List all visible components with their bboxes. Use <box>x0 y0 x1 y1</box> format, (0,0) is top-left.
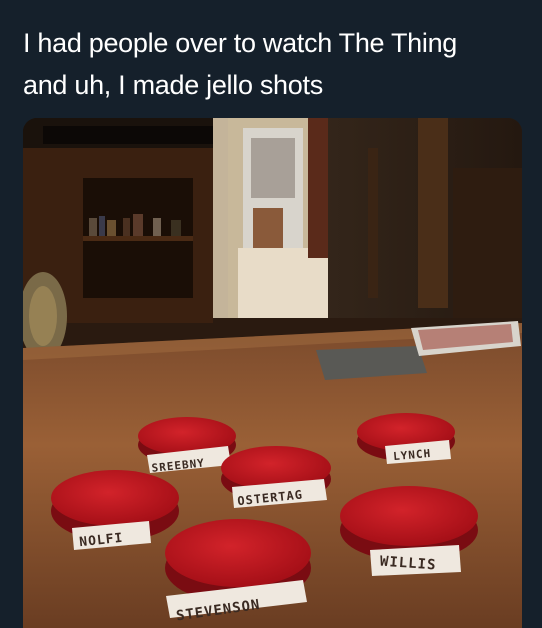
tweet-text-line-2: and uh, I made jello shots <box>23 70 323 100</box>
door-frame <box>213 118 228 318</box>
tweet-text: I had people over to watch The Thing and… <box>23 22 523 106</box>
doorway <box>228 118 328 318</box>
jello-shots-photo: SREEBNY LYNCH OSTERTAG NOLFI WILLIS STEV… <box>23 118 522 628</box>
tweet-photo[interactable]: SREEBNY LYNCH OSTERTAG NOLFI WILLIS STEV… <box>23 118 522 628</box>
tweet-text-line-1: I had people over to watch The Thing <box>23 28 458 58</box>
jello-cup-ostertag: OSTERTAG <box>221 446 331 508</box>
